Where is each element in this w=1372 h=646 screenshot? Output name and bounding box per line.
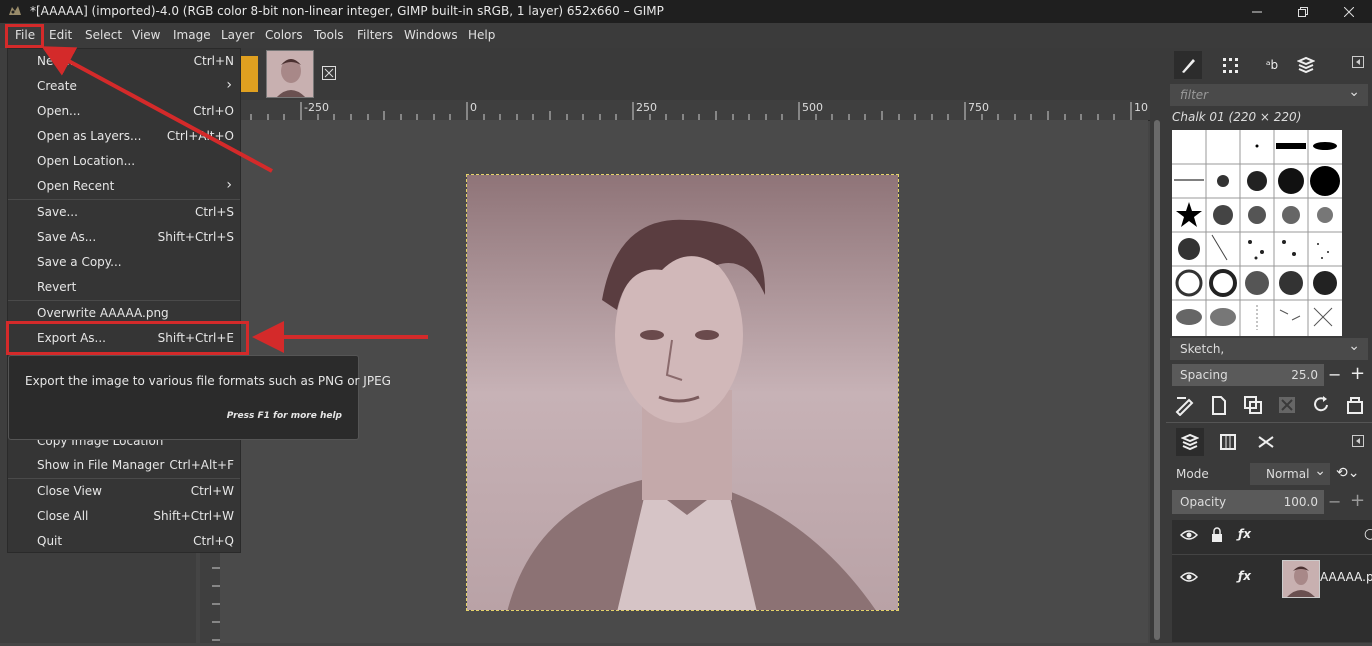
gradients-tab[interactable] <box>1292 51 1320 79</box>
brush-filter-input[interactable]: filter ⌄ <box>1170 84 1368 106</box>
lock-icon <box>1210 527 1224 546</box>
layer-row[interactable]: ƒx AAAAA.p <box>1172 554 1372 600</box>
chevron-down-icon: ⌄ <box>1348 338 1360 354</box>
brush-grid[interactable] <box>1172 130 1342 336</box>
right-dock: ᵃb filter ⌄ Chalk 01 (220 × 220) Sketch,… <box>1166 48 1372 643</box>
new-brush-icon[interactable] <box>1208 394 1230 416</box>
close-button[interactable] <box>1326 0 1372 23</box>
tooltip-help: Press F1 for more help <box>226 411 342 421</box>
menu-item-shortcut: Ctrl+W <box>190 484 234 498</box>
spacing-value: 25.0 <box>1291 368 1318 382</box>
layer-name: AAAAA.p <box>1320 570 1372 584</box>
channels-tab[interactable] <box>1214 428 1242 456</box>
minimize-icon <box>1252 11 1262 12</box>
eye-icon <box>1179 528 1199 545</box>
paintbrush-icon <box>1182 59 1195 73</box>
tooltip-text: Export the image to various file formats… <box>25 374 391 388</box>
portrait-photo-icon <box>467 175 898 610</box>
panel-menu-button[interactable] <box>1352 56 1364 68</box>
delete-brush-icon[interactable] <box>1276 394 1298 416</box>
menu-item-shortcut: Shift+Ctrl+W <box>153 509 234 523</box>
panel-menu-icon <box>1352 435 1364 447</box>
chevron-down-icon: ⌄ <box>1314 463 1326 479</box>
layers-panel-menu-button[interactable] <box>1352 435 1364 447</box>
menu-item-shortcut: Ctrl+Alt+F <box>169 458 234 472</box>
patterns-tab[interactable] <box>1216 51 1244 79</box>
layers-icon <box>1181 433 1199 451</box>
menu-item-label: Close All <box>37 509 89 523</box>
brush-tag-select[interactable]: Sketch, ⌄ <box>1170 338 1368 360</box>
font-icon: ᵃb <box>1265 58 1279 72</box>
layers-list: ƒx ○ ƒx AAAAA.p <box>1172 520 1372 642</box>
refresh-icon[interactable] <box>1310 394 1332 416</box>
search-icon: ○ <box>1364 526 1372 542</box>
opacity-label: Opacity <box>1180 495 1227 509</box>
restore-icon <box>1298 6 1308 17</box>
chevron-down-icon: ⌄ <box>1348 84 1360 100</box>
eye-icon[interactable] <box>1179 570 1199 587</box>
ruler-label: 0 <box>470 101 477 114</box>
paths-tab[interactable] <box>1252 428 1280 456</box>
open-brush-icon[interactable] <box>1344 394 1366 416</box>
duplicate-brush-icon[interactable] <box>1242 394 1264 416</box>
fx-icon[interactable]: ƒx <box>1238 569 1251 583</box>
layers-tab[interactable] <box>1176 428 1204 456</box>
spacing-label: Spacing <box>1180 368 1228 382</box>
arrow-annotation-icon <box>41 46 428 353</box>
brush-name: Chalk 01 (220 × 220) <box>1172 110 1302 124</box>
menu-item-label: Close View <box>37 484 102 498</box>
spacing-decrement-button[interactable]: − <box>1328 365 1341 384</box>
layer-thumbnail <box>1282 560 1320 598</box>
layers-list-header: ƒx ○ <box>1172 520 1372 555</box>
menu-item-label: Quit <box>37 534 63 548</box>
menu-item-close-all[interactable]: Close All Shift+Ctrl+W <box>8 504 240 529</box>
channels-icon <box>1220 434 1236 450</box>
pattern-grid-icon <box>1223 58 1238 73</box>
portrait-thumbnail-icon <box>1283 561 1319 597</box>
brushes-tab[interactable] <box>1174 51 1202 79</box>
ruler-label: 250 <box>636 101 657 114</box>
image-canvas[interactable] <box>466 174 899 611</box>
close-icon <box>1344 6 1354 17</box>
vertical-scrollbar[interactable] <box>1150 100 1166 643</box>
panel-divider <box>1166 422 1372 423</box>
menu-item-shortcut: Ctrl+Q <box>193 534 234 548</box>
mode-value: Normal <box>1266 467 1310 481</box>
menu-item-close-view[interactable]: Close View Ctrl+W <box>8 479 240 504</box>
menu-help[interactable]: Help <box>463 23 500 48</box>
filter-placeholder: filter <box>1180 88 1209 102</box>
spacing-increment-button[interactable]: + <box>1350 363 1365 384</box>
fx-icon: ƒx <box>1238 527 1251 541</box>
edit-brush-icon[interactable] <box>1174 394 1196 416</box>
panel-menu-icon <box>1352 56 1364 68</box>
ruler-label: 500 <box>802 101 823 114</box>
minimize-button[interactable] <box>1234 0 1280 23</box>
ruler-label: 10 <box>1134 101 1148 114</box>
brush-previews-icon <box>1172 130 1342 336</box>
mode-label: Mode <box>1176 467 1209 481</box>
brush-actions <box>1174 394 1366 416</box>
brush-tag: Sketch, <box>1180 342 1225 356</box>
opacity-value: 100.0 <box>1283 495 1318 509</box>
ruler-label: 750 <box>968 101 989 114</box>
fonts-tab[interactable]: ᵃb <box>1258 51 1286 79</box>
opacity-decrement-button[interactable]: − <box>1328 492 1341 511</box>
tooltip: Export the image to various file formats… <box>8 355 391 440</box>
opacity-increment-button[interactable]: + <box>1350 490 1365 511</box>
spacing-slider[interactable]: Spacing 25.0 <box>1172 364 1324 386</box>
composite-mode-button[interactable]: ⟲⌄ <box>1336 465 1359 481</box>
maximize-button[interactable] <box>1280 0 1326 23</box>
menu-item-quit[interactable]: Quit Ctrl+Q <box>8 529 240 554</box>
opacity-slider[interactable]: Opacity 100.0 <box>1172 490 1324 514</box>
mode-select[interactable]: Normal ⌄ <box>1250 463 1330 485</box>
menu-item-label: Show in File Manager <box>37 458 165 472</box>
menu-item-show-in-file-manager[interactable]: Show in File Manager Ctrl+Alt+F <box>8 453 240 478</box>
scrollbar-thumb[interactable] <box>1154 120 1160 640</box>
stack-icon <box>1297 56 1315 74</box>
paths-icon <box>1258 436 1274 448</box>
